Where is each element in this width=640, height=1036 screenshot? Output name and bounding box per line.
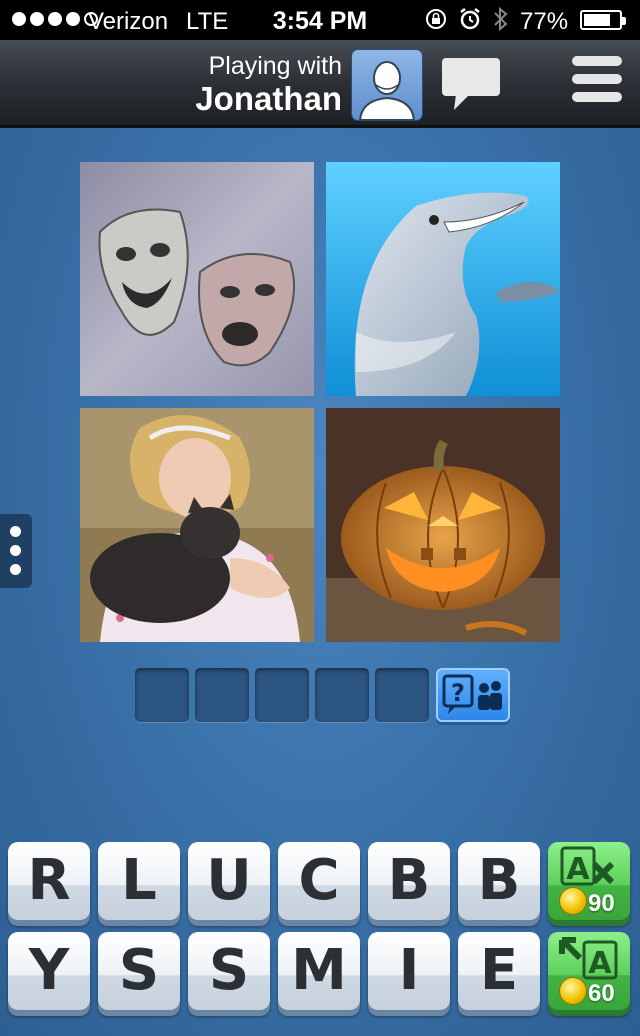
letter-tile[interactable]: R bbox=[8, 842, 90, 920]
letter-tile[interactable]: E bbox=[458, 932, 540, 1010]
battery-icon bbox=[580, 10, 626, 30]
game-header: Playing with Jonathan bbox=[0, 40, 640, 128]
coin-icon bbox=[560, 978, 586, 1004]
answer-slot[interactable] bbox=[195, 668, 249, 722]
letter-tile[interactable]: S bbox=[98, 932, 180, 1010]
letter-tile[interactable]: B bbox=[368, 842, 450, 920]
letter-tile[interactable]: B bbox=[458, 842, 540, 920]
reveal-letter-button[interactable]: A 60 bbox=[548, 932, 630, 1010]
letter-tile[interactable]: Y bbox=[8, 932, 90, 1010]
bluetooth-icon bbox=[494, 6, 508, 32]
hamburger-menu-icon[interactable] bbox=[572, 56, 622, 110]
remove-letter-icon: A bbox=[560, 846, 615, 887]
letter-tile[interactable]: L bbox=[98, 842, 180, 920]
svg-text:A: A bbox=[566, 852, 590, 887]
picture-grid bbox=[80, 162, 560, 642]
picture-dolphin[interactable] bbox=[326, 162, 560, 396]
battery-percent: 77% bbox=[520, 8, 569, 35]
svg-text:?: ? bbox=[451, 679, 465, 707]
letter-tile[interactable]: S bbox=[188, 932, 270, 1010]
reveal-letter-icon: A bbox=[559, 937, 618, 980]
playing-with-label: Playing with bbox=[208, 52, 342, 80]
orientation-lock-icon bbox=[426, 9, 446, 29]
letter-tile[interactable]: U bbox=[188, 842, 270, 920]
reveal-letter-cost: 60 bbox=[588, 980, 615, 1007]
opponent-name[interactable]: Jonathan bbox=[195, 80, 342, 118]
opponent-avatar[interactable] bbox=[352, 50, 422, 120]
person-silhouette-icon bbox=[358, 61, 416, 120]
status-bar: Verizon LTE 3:54 PM 77% bbox=[0, 0, 640, 40]
svg-text:A: A bbox=[588, 946, 612, 980]
side-drawer-handle[interactable] bbox=[0, 514, 32, 588]
question-friends-icon: ? bbox=[442, 674, 502, 714]
letter-tile[interactable]: M bbox=[278, 932, 360, 1010]
answer-slot[interactable] bbox=[255, 668, 309, 722]
answer-slot[interactable] bbox=[315, 668, 369, 722]
picture-girl-hugging-cat[interactable] bbox=[80, 408, 314, 642]
alarm-icon bbox=[460, 8, 480, 30]
answer-slot[interactable] bbox=[375, 668, 429, 722]
answer-slot[interactable] bbox=[135, 668, 189, 722]
speech-bubble-icon[interactable] bbox=[440, 56, 504, 112]
picture-theater-masks[interactable] bbox=[80, 162, 314, 396]
picture-jack-o-lantern[interactable] bbox=[326, 408, 560, 642]
remove-letter-cost: 90 bbox=[588, 890, 615, 917]
ask-friends-button[interactable]: ? bbox=[436, 668, 510, 722]
remove-letter-button[interactable]: A 90 bbox=[548, 842, 630, 920]
letter-tile[interactable]: I bbox=[368, 932, 450, 1010]
letter-tile[interactable]: C bbox=[278, 842, 360, 920]
battery-level bbox=[584, 14, 610, 26]
coin-icon bbox=[560, 888, 586, 914]
